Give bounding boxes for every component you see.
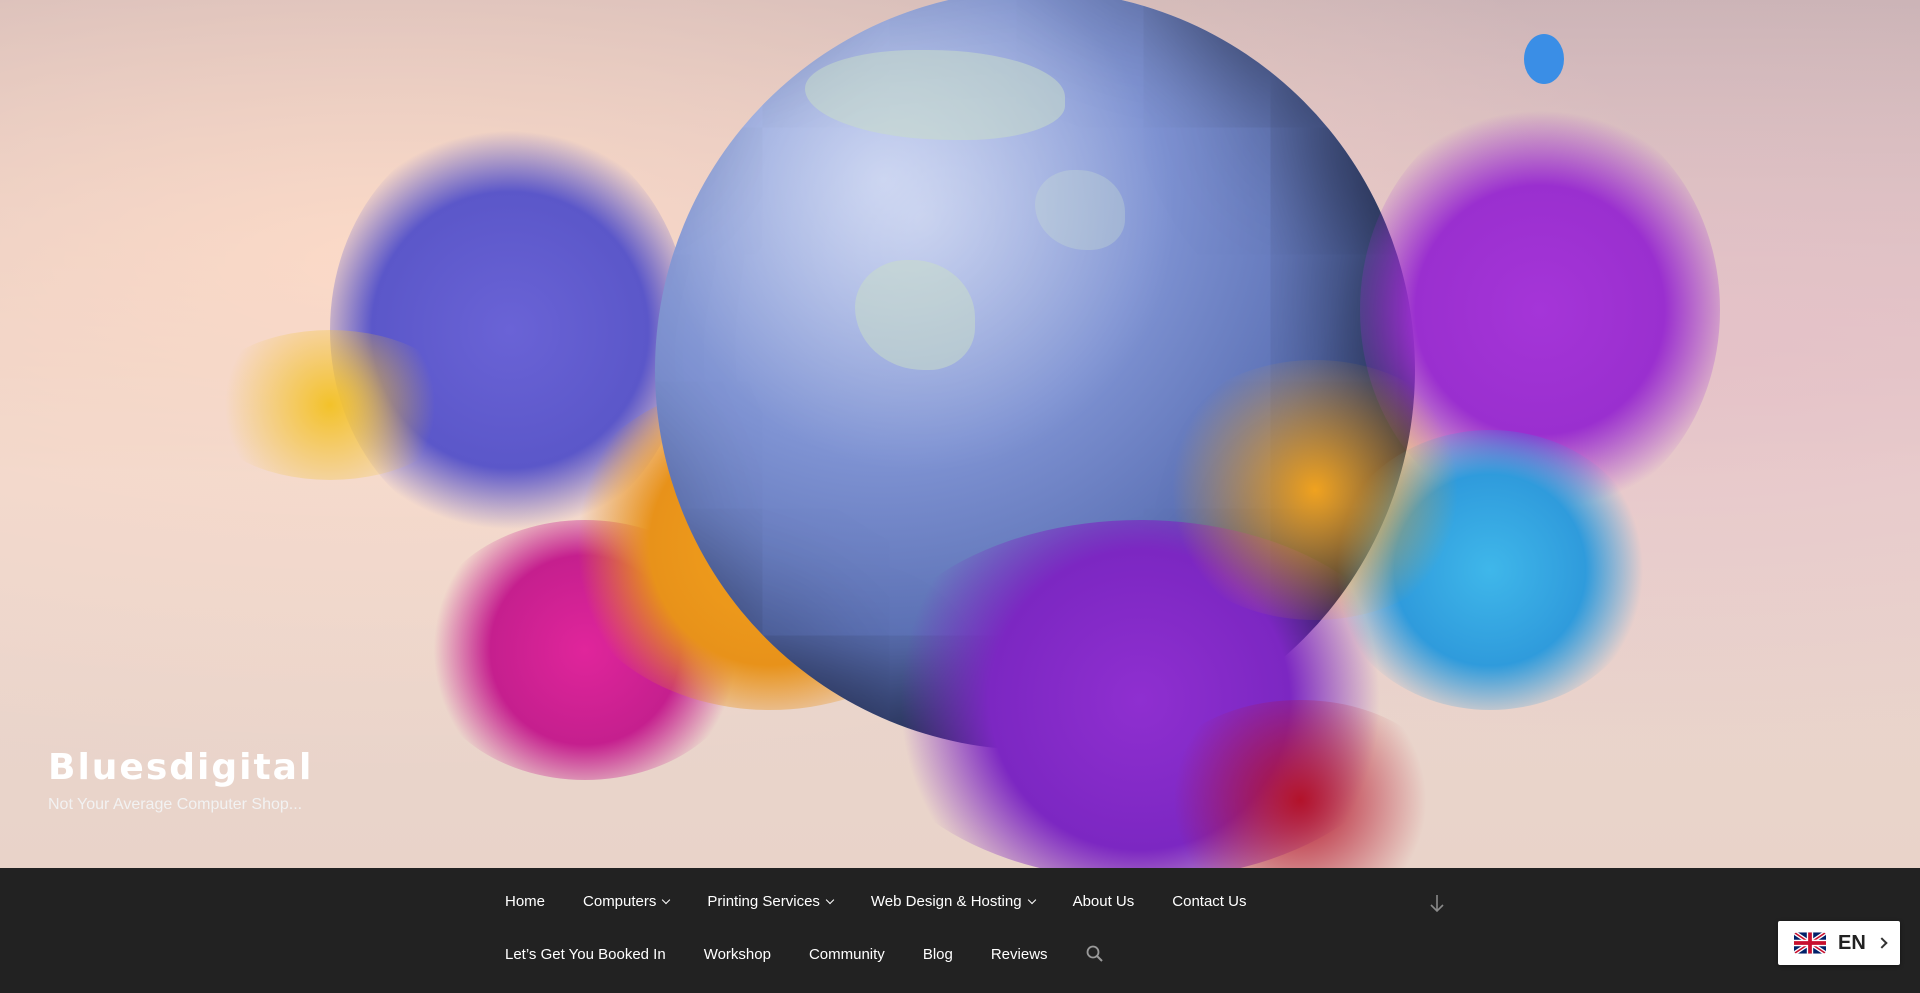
menu-item-contact-us[interactable]: Contact Us bbox=[1153, 893, 1265, 910]
header-hero-image: Bluesdigital Not Your Average Computer S… bbox=[0, 0, 1920, 868]
menu-item-booking[interactable]: Let’s Get You Booked In bbox=[486, 946, 685, 963]
language-code: EN bbox=[1838, 931, 1866, 954]
site-title-link[interactable]: Bluesdigital bbox=[48, 748, 313, 788]
site-branding: Bluesdigital Not Your Average Computer S… bbox=[48, 748, 313, 814]
language-switcher[interactable]: EN bbox=[1778, 921, 1900, 965]
menu-item-reviews[interactable]: Reviews bbox=[972, 946, 1067, 963]
paint-splash-yellow-right bbox=[1150, 360, 1480, 620]
chevron-down-icon bbox=[825, 895, 835, 904]
menu-item-printing-services[interactable]: Printing Services bbox=[688, 893, 852, 910]
site-tagline: Not Your Average Computer Shop... bbox=[48, 795, 303, 813]
menu-item-blog[interactable]: Blog bbox=[904, 946, 972, 963]
menu-item-home[interactable]: Home bbox=[486, 893, 564, 910]
chevron-right-icon bbox=[1876, 937, 1888, 949]
uk-flag-icon bbox=[1794, 932, 1826, 954]
search-icon[interactable] bbox=[1085, 944, 1105, 964]
main-navigation bbox=[0, 868, 1920, 993]
menu-item-about-us[interactable]: About Us bbox=[1054, 893, 1154, 910]
menu-row-primary: Home Computers Printing Services Web Des… bbox=[486, 893, 1265, 910]
paint-splash-yellow-left bbox=[200, 330, 460, 480]
chevron-down-icon bbox=[662, 895, 671, 904]
menu-item-community[interactable]: Community bbox=[790, 946, 904, 963]
menu-item-computers[interactable]: Computers bbox=[564, 893, 688, 910]
paint-drop-blue bbox=[1524, 34, 1564, 84]
menu-item-workshop[interactable]: Workshop bbox=[685, 946, 790, 963]
arrow-down-icon[interactable] bbox=[1426, 893, 1448, 915]
chevron-down-icon bbox=[1027, 895, 1036, 904]
menu-item-web-design-hosting[interactable]: Web Design & Hosting bbox=[852, 893, 1054, 910]
menu-row-secondary: Let’s Get You Booked In Workshop Communi… bbox=[486, 946, 1067, 963]
